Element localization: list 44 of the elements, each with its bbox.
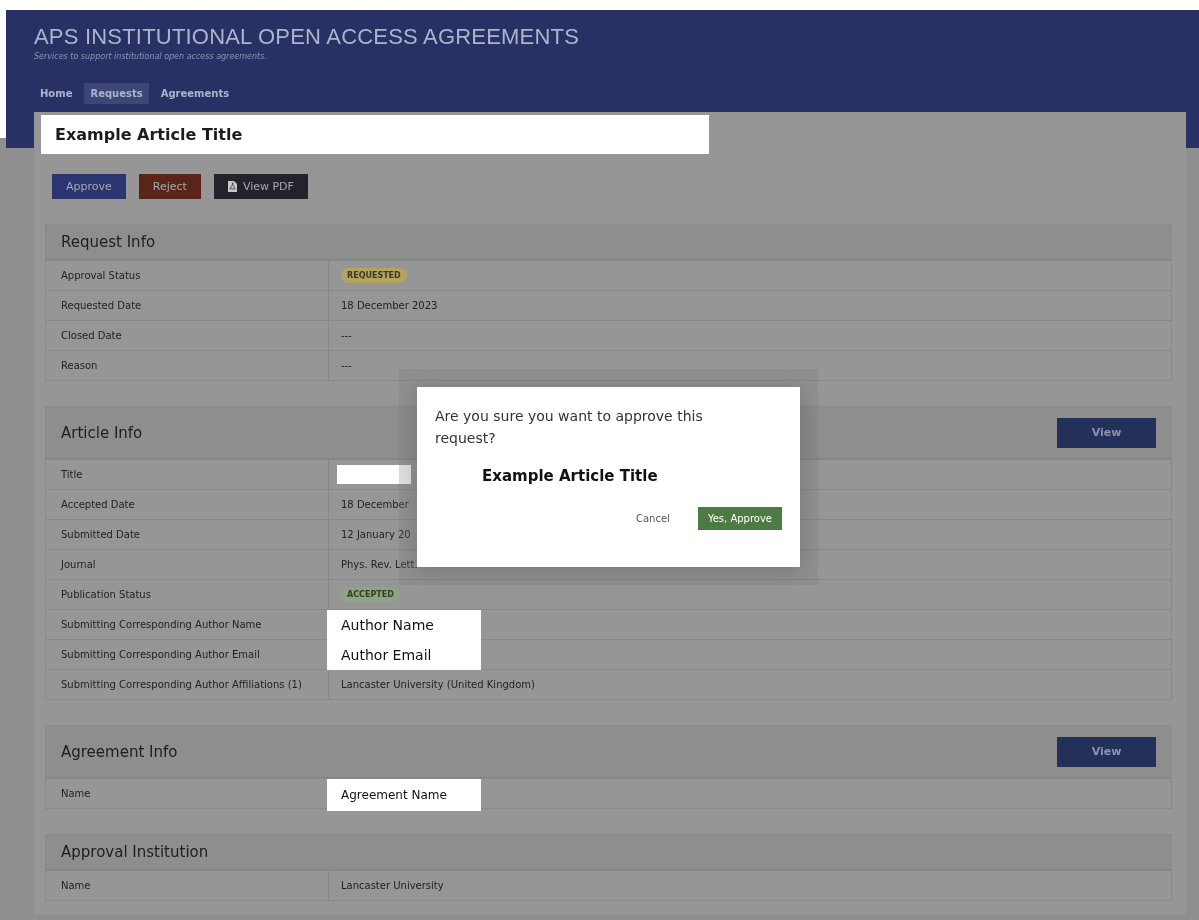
nav-tab[interactable]: Requests bbox=[84, 83, 149, 104]
section-title: Approval Institution bbox=[61, 842, 209, 863]
field-label: Journal bbox=[46, 550, 329, 579]
field-label: Publication Status bbox=[46, 580, 329, 609]
field-value: Phys. Rev. Lett. bbox=[341, 559, 418, 570]
cancel-button[interactable]: Cancel bbox=[630, 512, 676, 525]
field-label: Closed Date bbox=[46, 321, 329, 350]
field-label: Requested Date bbox=[46, 291, 329, 320]
redacted-value: Author Email bbox=[327, 640, 481, 670]
field-value: 18 December 2023 bbox=[341, 300, 438, 311]
field-value: Lancaster University bbox=[341, 880, 444, 891]
field-value: 12 January 20 bbox=[341, 529, 411, 540]
view-button[interactable]: View bbox=[1057, 736, 1156, 767]
pdf-file-icon bbox=[227, 181, 237, 192]
status-badge: ACCEPTED bbox=[341, 587, 400, 602]
field-label: Accepted Date bbox=[46, 490, 329, 519]
view-button[interactable]: View bbox=[1057, 417, 1156, 448]
redacted-value: Author Name bbox=[327, 610, 481, 640]
field-value: Lancaster University (United Kingdom) bbox=[341, 679, 535, 690]
view-pdf-button[interactable]: View PDF bbox=[213, 174, 308, 199]
dialog-article-title: Example Article Title bbox=[482, 467, 659, 485]
field-label: Submitting Corresponding Author Affiliations (1) bbox=[46, 670, 329, 699]
field-label: Title bbox=[46, 460, 329, 489]
field-value: 18 December bbox=[341, 499, 409, 510]
field-value: --- bbox=[341, 360, 352, 371]
field-label: Approval Status bbox=[46, 261, 329, 290]
section-title: Agreement Info bbox=[61, 741, 178, 763]
section-title: Article Info bbox=[61, 422, 143, 444]
section-title: Request Info bbox=[61, 232, 156, 253]
approve-button[interactable]: Approve bbox=[52, 174, 126, 199]
app-subtitle: Services to support institutional open access agreements. bbox=[34, 52, 268, 61]
redacted-value: Agreement Name bbox=[327, 779, 481, 811]
field-label: Submitted Date bbox=[46, 520, 329, 549]
page-title: Example Article Title bbox=[41, 115, 709, 154]
field-label: Reason bbox=[46, 351, 329, 380]
reject-button[interactable]: Reject bbox=[138, 174, 201, 199]
field-label: Name bbox=[46, 871, 329, 900]
nav-tab[interactable]: Home bbox=[34, 83, 79, 104]
nav-tab[interactable]: Agreements bbox=[154, 83, 236, 104]
app-title: APS INSTITUTIONAL OPEN ACCESS AGREEMENTS bbox=[34, 24, 581, 50]
confirm-approve-button[interactable]: Yes, Approve bbox=[697, 507, 782, 530]
status-badge: REQUESTED bbox=[341, 268, 407, 283]
dialog-message: Are you sure you want to approve this request? bbox=[435, 407, 704, 448]
field-value: --- bbox=[341, 330, 352, 341]
